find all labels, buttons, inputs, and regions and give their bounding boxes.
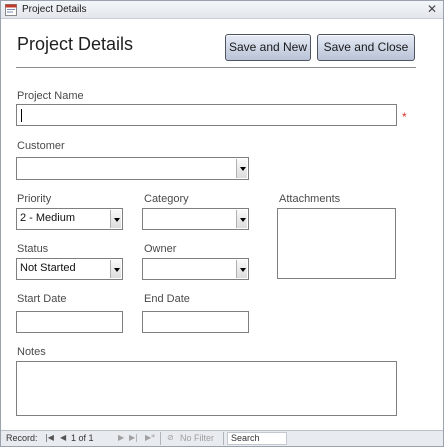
category-combo[interactable]: [142, 208, 249, 230]
next-record-icon[interactable]: ▶: [118, 433, 124, 442]
customer-label: Customer: [17, 140, 65, 152]
project-details-window: Project Details ✕ Project Details Save a…: [0, 0, 444, 447]
required-marker: *: [402, 110, 407, 124]
owner-label: Owner: [144, 243, 177, 255]
record-position-field[interactable]: 1 of 1: [71, 433, 94, 443]
status-value: Not Started: [20, 262, 76, 274]
owner-combo[interactable]: [142, 258, 249, 280]
project-name-input[interactable]: [16, 104, 397, 126]
nav-divider: [223, 432, 224, 445]
save-and-close-button[interactable]: Save and Close: [317, 34, 415, 61]
last-record-icon[interactable]: ▶|: [129, 433, 138, 442]
record-label: Record:: [6, 433, 38, 443]
end-date-label: End Date: [144, 293, 190, 305]
filter-icon: ⊘: [167, 433, 174, 442]
priority-value: 2 - Medium: [20, 212, 76, 224]
search-input[interactable]: Search: [227, 432, 287, 445]
form-icon: [5, 4, 17, 16]
attachments-label: Attachments: [279, 193, 341, 205]
save-and-new-button[interactable]: Save and New: [225, 34, 311, 61]
customer-combo[interactable]: [16, 157, 249, 180]
new-record-icon[interactable]: ▶*: [145, 433, 155, 442]
notes-textarea[interactable]: [16, 361, 397, 416]
project-name-label: Project Name: [17, 90, 84, 102]
start-date-input[interactable]: [16, 311, 123, 333]
close-icon[interactable]: ✕: [427, 2, 437, 16]
chevron-down-icon[interactable]: [236, 210, 247, 228]
notes-label: Notes: [17, 346, 46, 358]
form-heading: Project Details: [17, 34, 134, 54]
end-date-input[interactable]: [142, 311, 249, 333]
status-label: Status: [17, 243, 49, 255]
window-title: Project Details: [22, 4, 87, 15]
category-label: Category: [144, 193, 189, 205]
text-cursor: [21, 109, 22, 122]
first-record-icon[interactable]: |◀: [45, 433, 54, 442]
nav-divider: [160, 432, 161, 445]
chevron-down-icon[interactable]: [110, 210, 121, 228]
chevron-down-icon[interactable]: [110, 260, 121, 278]
priority-label: Priority: [17, 193, 52, 205]
chevron-down-icon[interactable]: [236, 260, 247, 278]
header-divider: [16, 67, 416, 68]
start-date-label: Start Date: [17, 293, 67, 305]
no-filter-button[interactable]: No Filter: [180, 433, 214, 443]
title-bar: Project Details ✕: [1, 1, 443, 19]
priority-combo[interactable]: 2 - Medium: [16, 208, 123, 230]
record-navigation-bar: Record: |◀ ◀ 1 of 1 ▶ ▶| ▶* ⊘ No Filter …: [1, 430, 443, 446]
attachments-box[interactable]: [277, 208, 396, 279]
previous-record-icon[interactable]: ◀: [60, 433, 66, 442]
status-combo[interactable]: Not Started: [16, 258, 123, 280]
chevron-down-icon[interactable]: [236, 159, 247, 178]
